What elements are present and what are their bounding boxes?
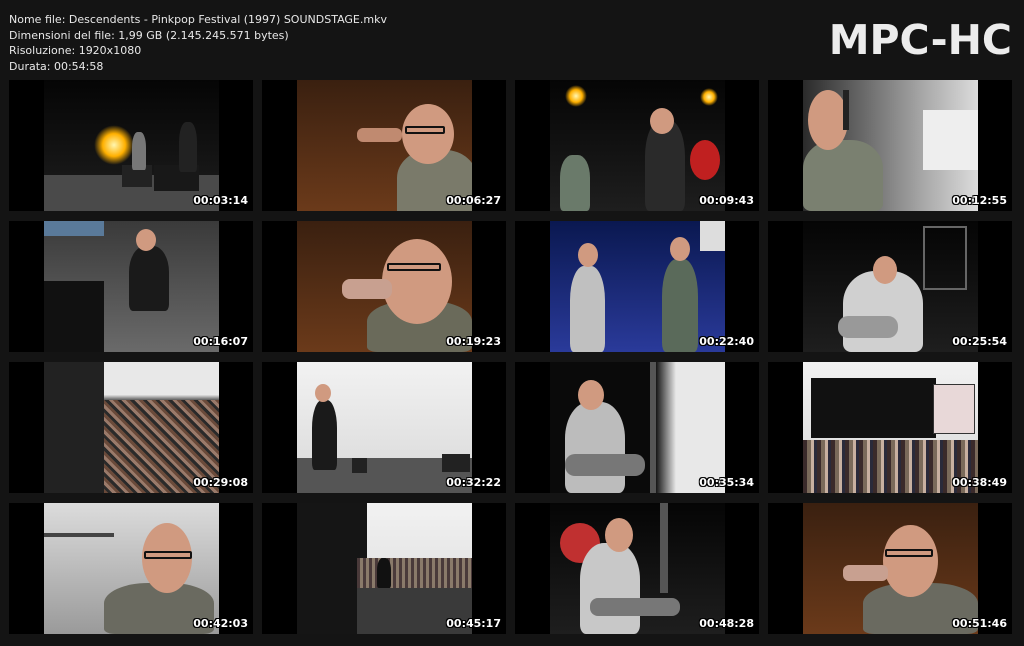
video-frame	[297, 80, 472, 211]
timestamp: 00:51:46	[952, 617, 1007, 630]
thumbnail: 00:48:28	[515, 503, 759, 634]
thumbnail: 00:38:49	[768, 362, 1012, 493]
timestamp: 00:16:07	[193, 335, 248, 348]
timestamp: 00:38:49	[952, 476, 1007, 489]
thumbnail: 00:35:34	[515, 362, 759, 493]
video-frame	[297, 362, 472, 493]
video-frame	[803, 221, 978, 352]
timestamp: 00:03:14	[193, 194, 248, 207]
file-size: Dimensioni del file: 1,99 GB (2.145.245.…	[9, 28, 289, 42]
thumbnail: 00:12:55	[768, 80, 1012, 211]
video-frame	[550, 221, 725, 352]
thumbnail: 00:42:03	[9, 503, 253, 634]
video-frame	[44, 221, 219, 352]
timestamp: 00:09:43	[699, 194, 754, 207]
timestamp: 00:32:22	[446, 476, 501, 489]
thumbnail: 00:51:46	[768, 503, 1012, 634]
video-frame	[803, 362, 978, 493]
thumbnail: 00:22:40	[515, 221, 759, 352]
thumbnail: 00:29:08	[9, 362, 253, 493]
duration: Durata: 00:54:58	[9, 59, 104, 73]
timestamp: 00:29:08	[193, 476, 248, 489]
video-frame	[550, 362, 725, 493]
timestamp: 00:25:54	[952, 335, 1007, 348]
video-frame	[297, 503, 472, 634]
timestamp: 00:12:55	[952, 194, 1007, 207]
file-info: Nome file: Descendents - Pinkpop Festiva…	[9, 12, 387, 74]
thumbnail: 00:19:23	[262, 221, 506, 352]
video-frame	[550, 503, 725, 634]
thumbnail: 00:16:07	[9, 221, 253, 352]
mpc-hc-logo: MPC-HC	[828, 16, 1012, 64]
thumbnail: 00:03:14	[9, 80, 253, 211]
thumbnail: 00:32:22	[262, 362, 506, 493]
timestamp: 00:42:03	[193, 617, 248, 630]
timestamp: 00:35:34	[699, 476, 754, 489]
thumbnail: 00:06:27	[262, 80, 506, 211]
file-name: Nome file: Descendents - Pinkpop Festiva…	[9, 13, 387, 26]
video-frame	[803, 503, 978, 634]
thumbnail-grid: 00:03:14 00:06:27 00:09:43 00:12:55 00:1…	[9, 80, 1012, 634]
video-frame	[44, 503, 219, 634]
timestamp: 00:48:28	[699, 617, 754, 630]
resolution: Risoluzione: 1920x1080	[9, 44, 142, 57]
video-frame	[297, 221, 472, 352]
video-frame	[44, 80, 219, 211]
thumbnail: 00:25:54	[768, 221, 1012, 352]
timestamp: 00:06:27	[446, 194, 501, 207]
thumbnail: 00:45:17	[262, 503, 506, 634]
timestamp: 00:22:40	[699, 335, 754, 348]
video-frame	[803, 80, 978, 211]
video-frame	[550, 80, 725, 211]
timestamp: 00:45:17	[446, 617, 501, 630]
video-frame	[44, 362, 219, 493]
timestamp: 00:19:23	[446, 335, 501, 348]
thumbnail: 00:09:43	[515, 80, 759, 211]
